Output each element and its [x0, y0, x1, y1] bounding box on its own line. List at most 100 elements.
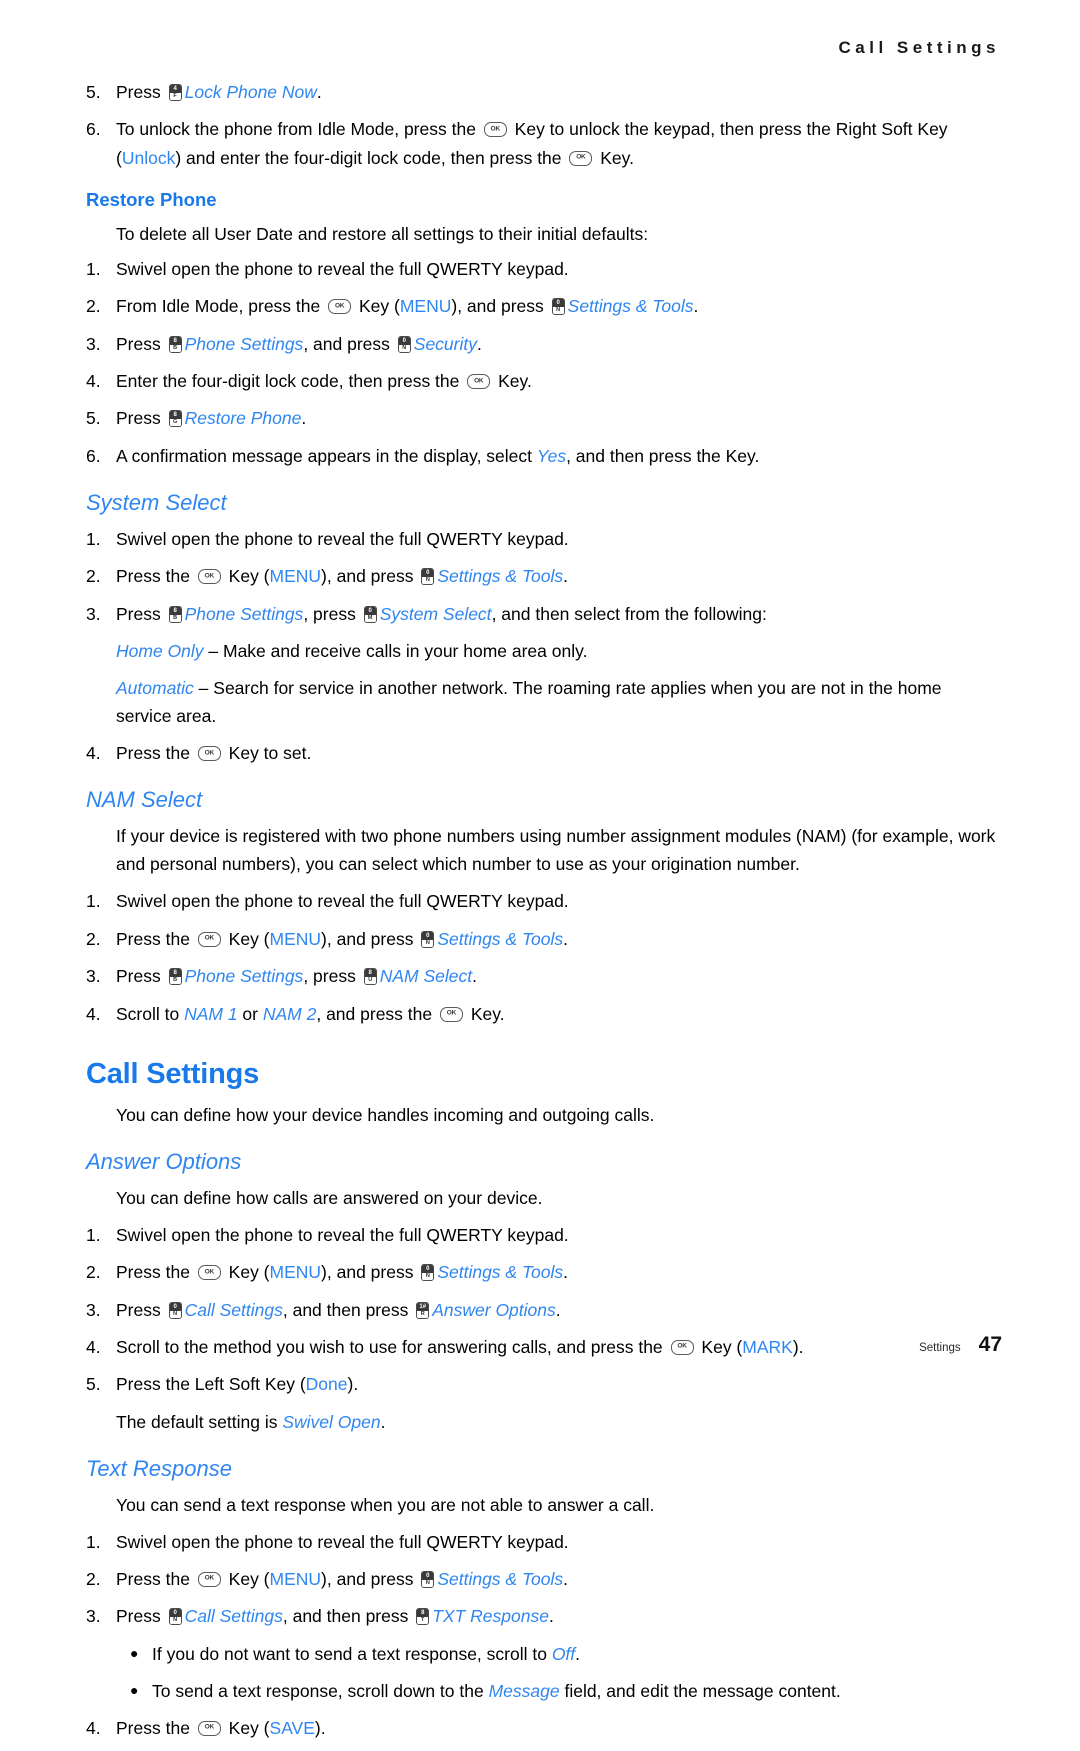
step-text-part: .	[316, 82, 322, 102]
option-description: – Search for service in another network.…	[116, 678, 942, 727]
step-text: Swivel open the phone to reveal the full…	[116, 529, 569, 550]
menu-link-phone-settings: Phone Settings	[184, 966, 304, 987]
list-item: 5. Press 8 G Restore Phone.	[86, 404, 998, 432]
default-setting-value: Swivel Open	[282, 1411, 381, 1432]
section-intro: To delete all User Date and restore all …	[116, 224, 649, 245]
keypad-key-letter: N	[169, 1617, 181, 1625]
list-item: 2. Press the Key (MENU), and press 0NSet…	[86, 1258, 998, 1286]
step-text-part: Press the	[116, 1717, 195, 1738]
list-item: ● To send a text response, scroll down t…	[86, 1677, 998, 1705]
ok-key-icon	[569, 150, 593, 166]
menu-label: MENU	[269, 928, 322, 949]
bullet-text-part: field, and edit the message content.	[559, 1680, 841, 1701]
step-text-part: Press	[116, 603, 166, 624]
keypad-key-icon: 0N	[397, 335, 411, 353]
list-item: 2. Press the Key (MENU), and press 0NSet…	[86, 562, 998, 590]
keypad-key-number: 0	[364, 606, 376, 615]
step-text-part: , press	[303, 603, 361, 624]
step-text-part: ).	[347, 1374, 359, 1395]
keypad-key-icon: 0N	[168, 1608, 182, 1626]
list-item: 3. Press 8 B Phone Settings, press 0 M Syste…	[86, 600, 998, 628]
step-text-part: ) and enter the four-digit lock code, th…	[175, 147, 567, 168]
keypad-key-icon: 8B	[168, 335, 182, 353]
list-item: 4. Enter the four-digit lock code, then …	[86, 367, 998, 395]
keypad-key-icon: 0M	[363, 605, 377, 623]
step-text: Swivel open the phone to reveal the full…	[116, 259, 569, 280]
ok-key-icon	[197, 931, 221, 947]
keypad-key-letter: R	[417, 1310, 429, 1318]
step-number: 2.	[86, 566, 101, 587]
menu-label: MENU	[399, 296, 452, 317]
running-header: Call Settings	[838, 38, 1000, 57]
step-number: 3.	[86, 1606, 101, 1627]
step-text-part: .	[563, 1262, 569, 1283]
keypad-key-letter: B	[169, 977, 181, 985]
note-text-part: .	[380, 1411, 386, 1432]
step-number: 4.	[86, 1003, 101, 1024]
step-text-part: ).	[792, 1336, 804, 1357]
keypad-key-icon: 4F	[168, 84, 182, 101]
menu-link-settings-tools: Settings & Tools	[437, 1262, 564, 1283]
step-number: 5.	[86, 82, 101, 102]
keypad-key-number: 8	[169, 606, 181, 615]
step-number: 4.	[86, 1717, 101, 1738]
keypad-key-number: 0	[422, 1571, 434, 1580]
menu-link-nam-select: NAM Select	[379, 966, 473, 987]
menu-label: MENU	[269, 566, 322, 587]
step-text-part: Press	[116, 333, 166, 354]
step-text-part: Key.	[595, 147, 634, 168]
step-text: Scroll to NAM 1 or NAM 2, and press the …	[116, 1000, 998, 1028]
keypad-key-letter: B	[169, 614, 181, 622]
step-text: Press 8 B Phone Settings, and press 0 N Secu…	[116, 330, 998, 358]
step-text: Press 0 N Call Settings, and then press 1#…	[116, 1296, 998, 1324]
list-item: 3. Press 0 N Call Settings, and then press…	[86, 1296, 998, 1324]
keypad-key-number: 8	[169, 336, 181, 345]
list-item: 1. Swivel open the phone to reveal the f…	[86, 525, 998, 553]
step-text: Press the Key (MENU), and press 0NSettin…	[116, 1258, 998, 1286]
ok-key-icon	[483, 122, 507, 138]
step-text-part: .	[693, 296, 699, 317]
step-text-part: , press	[303, 966, 361, 987]
step-text-part: Key (	[223, 1262, 270, 1283]
step-text: Press 8 G Restore Phone.	[116, 404, 998, 432]
softkey-label-save: SAVE	[269, 1717, 315, 1738]
section-intro: You can send a text response when you ar…	[116, 1494, 655, 1515]
keypad-key-letter: F	[169, 93, 181, 100]
ok-key-icon	[467, 374, 491, 390]
step-text-part: Key (	[696, 1336, 743, 1357]
step-text-part: .	[548, 1606, 554, 1627]
keypad-key-icon: 0N	[421, 568, 435, 586]
default-setting-note: The default setting is Swivel Open.	[86, 1408, 998, 1436]
bullet-icon: ●	[130, 1644, 139, 1661]
option-automatic: Automatic – Search for service in anothe…	[86, 674, 998, 730]
step-text: Enter the four-digit lock code, then pre…	[116, 367, 998, 395]
step-text-part: , and press	[303, 333, 395, 354]
step-text-part: ), and press	[451, 296, 549, 317]
menu-link-settings-tools: Settings & Tools	[567, 296, 694, 317]
step-text-part: Key (	[223, 1717, 270, 1738]
keypad-key-letter: N	[169, 1310, 181, 1318]
bullet-text-part: .	[575, 1643, 581, 1664]
keypad-key-letter: M	[364, 614, 376, 622]
menu-label: MENU	[269, 1568, 322, 1589]
step-number: 1.	[86, 891, 101, 912]
step-text-part: A confirmation message appears in the di…	[116, 445, 537, 466]
step-number: 2.	[86, 1568, 101, 1589]
keypad-key-letter: N	[422, 1579, 434, 1587]
step-text: Swivel open the phone to reveal the full…	[116, 1224, 569, 1245]
step-text-part: ), and press	[321, 1262, 419, 1283]
ok-key-icon	[197, 1720, 221, 1736]
keypad-key-icon: 1# R	[416, 1301, 430, 1319]
step-text-part: .	[476, 333, 482, 354]
step-text-part: Key (	[354, 296, 400, 317]
step-text-part: or	[237, 1003, 263, 1024]
list-item: 1. Swivel open the phone to reveal the f…	[86, 1221, 998, 1249]
step-text-part: Press the Left Soft Key (	[116, 1374, 306, 1395]
step-text-part: Key (	[223, 1568, 270, 1589]
ok-key-icon	[670, 1339, 694, 1355]
menu-link-system-select: System Select	[379, 603, 492, 624]
section-intro: If your device is registered with two ph…	[116, 826, 996, 875]
keypad-key-number: 4	[169, 85, 181, 93]
list-item: 3. Press 8 B Phone Settings, press 8 U NAM S…	[86, 962, 998, 990]
keypad-key-number: 1#	[417, 1302, 429, 1311]
